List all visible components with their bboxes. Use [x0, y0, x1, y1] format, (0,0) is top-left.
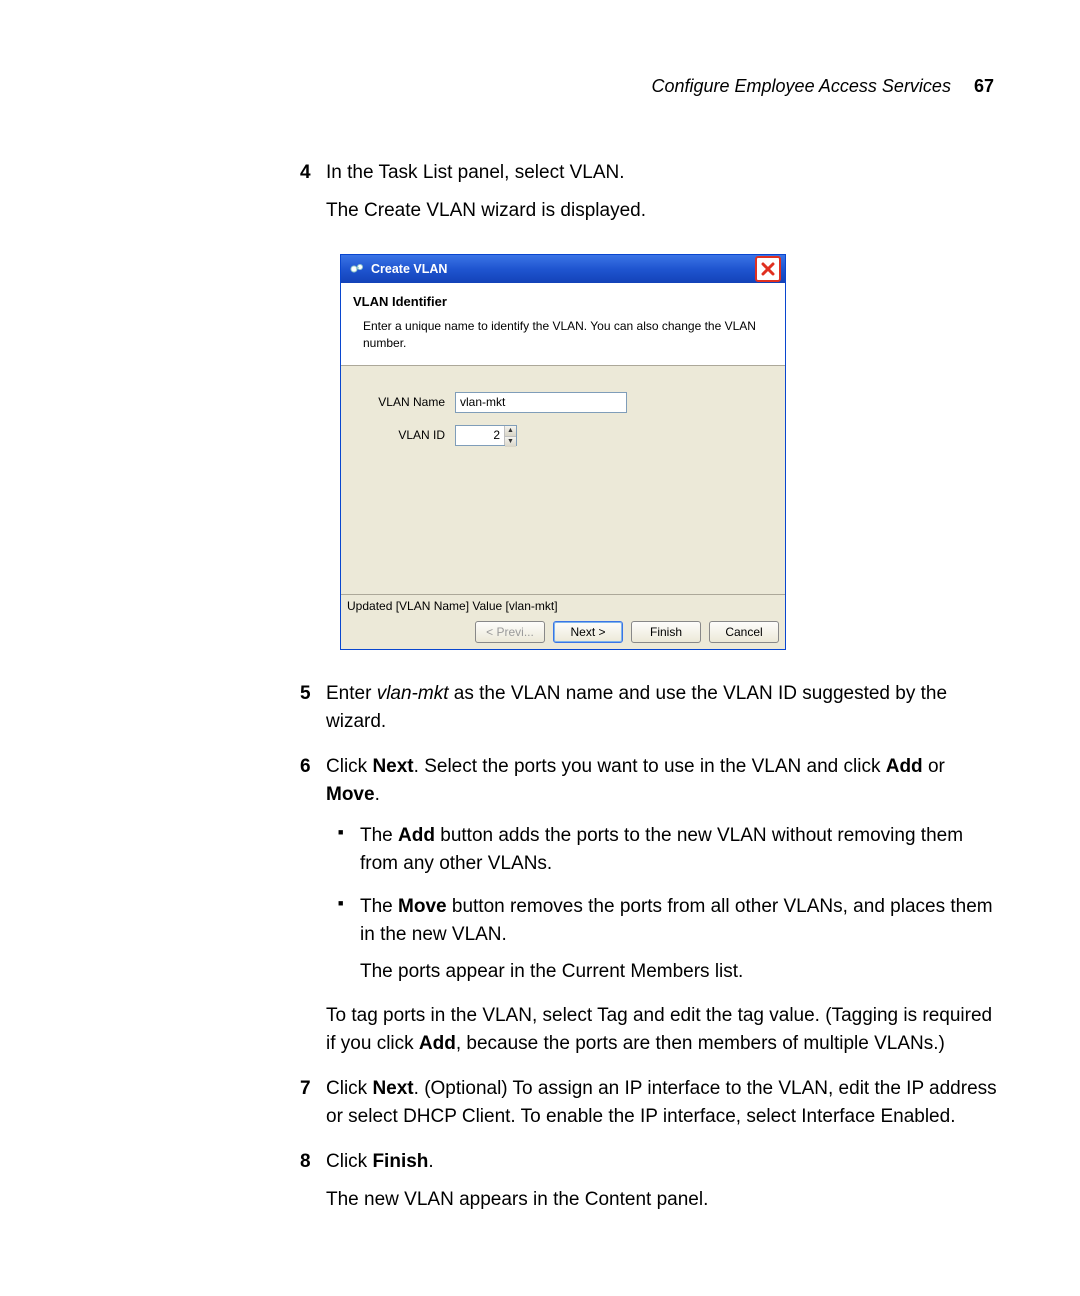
dialog-header-section: VLAN Identifier Enter a unique name to i… — [341, 283, 785, 366]
t: The — [360, 825, 398, 846]
create-vlan-dialog: Create VLAN VLAN Identifier — [340, 254, 786, 650]
t: Add — [398, 825, 435, 846]
t: Click — [326, 1151, 372, 1172]
spinner-down-button[interactable]: ▼ — [505, 437, 516, 447]
t: Move — [398, 896, 447, 917]
t: Add — [886, 756, 923, 777]
vlan-id-input[interactable] — [456, 426, 504, 445]
step-4: In the Task List panel, select VLAN. The… — [300, 159, 1000, 650]
dialog-button-row: < Previ... Next > Finish Cancel — [341, 617, 785, 649]
step-6-bullets: The Add button adds the ports to the new… — [326, 822, 1000, 986]
dialog-title: Create VLAN — [371, 260, 447, 278]
chevron-up-icon: ▲ — [507, 426, 514, 436]
t: . (Optional) To assign an IP interface t… — [326, 1078, 997, 1127]
t: Next — [372, 756, 413, 777]
step-5-prefix: Enter — [326, 683, 377, 704]
create-vlan-dialog-figure: Create VLAN VLAN Identifier — [340, 254, 786, 650]
vlan-id-spinner[interactable]: ▲ ▼ — [455, 425, 517, 446]
step-4-line-2: The Create VLAN wizard is displayed. — [326, 197, 1000, 225]
step-4-line-1: In the Task List panel, select VLAN. — [326, 162, 625, 183]
t: . — [428, 1151, 433, 1172]
next-button[interactable]: Next > — [553, 621, 623, 643]
t: Finish — [372, 1151, 428, 1172]
step-8-after: The new VLAN appears in the Content pane… — [326, 1186, 1000, 1214]
dialog-form-area: VLAN Name VLAN ID ▲ — [341, 366, 785, 594]
step-6-tag-note: To tag ports in the VLAN, select Tag and… — [326, 1002, 1000, 1057]
page-number: 67 — [974, 76, 994, 96]
close-icon — [761, 262, 775, 276]
close-button[interactable] — [755, 256, 781, 282]
t: . Select the ports you want to use in th… — [414, 756, 886, 777]
t: or — [923, 756, 945, 777]
step-list: In the Task List panel, select VLAN. The… — [300, 159, 1000, 1213]
vlan-name-input[interactable] — [455, 392, 627, 413]
previous-button[interactable]: < Previ... — [475, 621, 545, 643]
t: , because the ports are then members of … — [456, 1033, 945, 1054]
bullet-after: The ports appear in the Current Members … — [360, 958, 1000, 986]
vlan-name-label: VLAN Name — [359, 394, 455, 411]
vlan-id-label: VLAN ID — [359, 427, 455, 444]
t: Click — [326, 756, 372, 777]
finish-button[interactable]: Finish — [631, 621, 701, 643]
t: button adds the ports to the new VLAN wi… — [360, 825, 963, 874]
step-8: Click Finish. The new VLAN appears in th… — [300, 1148, 1000, 1213]
t: Add — [419, 1033, 456, 1054]
step-5: Enter vlan-mkt as the VLAN name and use … — [300, 680, 1000, 735]
titlebar: Create VLAN — [341, 255, 785, 283]
t: Next — [372, 1078, 413, 1099]
app-icon — [349, 261, 365, 277]
step-7: Click Next. (Optional) To assign an IP i… — [300, 1075, 1000, 1130]
t: . — [375, 784, 380, 805]
dialog-section-title: VLAN Identifier — [353, 293, 773, 312]
chevron-down-icon: ▼ — [507, 437, 514, 447]
t: Click — [326, 1078, 372, 1099]
t: button removes the ports from all other … — [360, 896, 993, 945]
dialog-section-subtitle: Enter a unique name to identify the VLAN… — [353, 318, 773, 353]
section-heading: Configure Employee Access Services — [651, 76, 950, 96]
running-header: Configure Employee Access Services 67 — [100, 76, 1000, 97]
t: The — [360, 896, 398, 917]
dialog-status-line: Updated [VLAN Name] Value [vlan-mkt] — [341, 594, 785, 617]
bullet-add: The Add button adds the ports to the new… — [360, 822, 1000, 877]
spinner-up-button[interactable]: ▲ — [505, 426, 516, 437]
bullet-move: The Move button removes the ports from a… — [360, 893, 1000, 986]
t: Move — [326, 784, 375, 805]
step-5-italic: vlan-mkt — [377, 683, 449, 704]
step-6: Click Next. Select the ports you want to… — [300, 753, 1000, 1057]
cancel-button[interactable]: Cancel — [709, 621, 779, 643]
